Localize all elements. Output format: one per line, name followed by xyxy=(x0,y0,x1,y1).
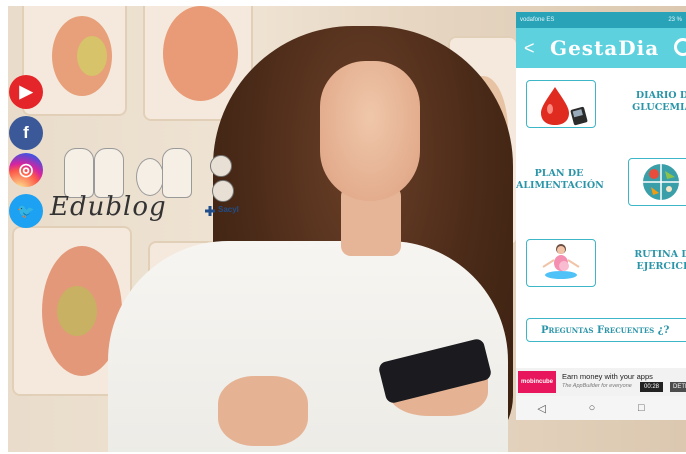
instagram-icon[interactable]: ◎ xyxy=(9,153,43,187)
chef-figure-icon xyxy=(94,148,124,198)
android-nav-bar: ◁ ○ □ xyxy=(516,396,686,420)
nav-recent-icon[interactable]: □ xyxy=(638,402,645,414)
ad-headline: Earn money with your apps xyxy=(562,372,653,381)
twitter-icon[interactable]: 🐦 xyxy=(9,194,43,228)
video-timestamp: 00:28 xyxy=(640,382,664,392)
pregnant-yoga-icon xyxy=(542,244,580,279)
app-header: < GestaDia xyxy=(516,28,686,68)
glucose-diary-label: DIARIO D GLUCEMIA xyxy=(632,90,686,114)
presenter-face xyxy=(320,61,420,201)
glucose-diary-button[interactable] xyxy=(526,80,596,128)
app-screen: vodafone ES 23 % < GestaDia DIARIO D GLU… xyxy=(516,12,686,420)
nav-back-icon[interactable]: ◁ xyxy=(537,402,545,415)
back-arrow-icon[interactable]: < xyxy=(524,38,538,59)
baby-figure-icon xyxy=(136,158,164,196)
logo-wordmark: Edublog xyxy=(50,192,167,222)
meal-plan-label-line1: PLAN DE xyxy=(534,168,584,179)
institution-seal-icon xyxy=(210,155,232,177)
faq-button[interactable]: Preguntas Frecuentes ¿? xyxy=(526,318,686,342)
ad-subline: The AppBuilder for everyone xyxy=(562,383,632,389)
exercise-routine-button[interactable] xyxy=(526,239,596,287)
meal-plan-label-line2: ALIMENTACIÓN xyxy=(516,180,604,191)
video-frame: ▶ f ◎ 🐦 Edublog Sacyl vodafone ES 23 % <… xyxy=(0,0,686,454)
food-plate-icon xyxy=(643,164,679,200)
instagram-glyph: ◎ xyxy=(18,160,34,179)
nav-home-icon[interactable]: ○ xyxy=(589,402,596,414)
meal-plan-label: PLAN DE ALIMENTACIÓN xyxy=(516,168,604,192)
ad-brand-logo: mobincube xyxy=(518,371,556,393)
university-seal-icon xyxy=(212,180,234,202)
facebook-glyph: f xyxy=(23,123,29,142)
twitter-glyph: 🐦 xyxy=(17,202,35,219)
facebook-icon[interactable]: f xyxy=(9,116,43,150)
youtube-glyph: ▶ xyxy=(19,82,33,101)
exercise-routine-label: RUTINA D EJERCICI xyxy=(632,249,686,273)
youtube-icon[interactable]: ▶ xyxy=(9,75,43,109)
meal-plan-button[interactable] xyxy=(628,158,686,206)
ad-banner[interactable]: mobincube Earn money with your apps The … xyxy=(516,368,686,396)
carrier-text: vodafone ES xyxy=(520,17,555,23)
glucose-diary-label-line2: GLUCEMIA xyxy=(632,102,686,113)
nurse-figure-icon xyxy=(162,148,192,198)
detect-button[interactable]: DETE xyxy=(670,382,686,392)
settings-icon[interactable] xyxy=(674,38,686,56)
sacyl-label: Sacyl xyxy=(218,205,239,214)
status-bar: vodafone ES 23 % xyxy=(516,12,686,28)
presenter-left-hand xyxy=(218,376,308,446)
doctor-figure-icon xyxy=(64,148,94,198)
battery-text: 23 % xyxy=(668,17,682,23)
exercise-routine-label-line2: EJERCICI xyxy=(636,261,686,272)
blood-drop-glucometer-icon xyxy=(541,87,588,126)
glucose-diary-label-line1: DIARIO D xyxy=(635,90,686,101)
exercise-routine-label-line1: RUTINA D xyxy=(634,249,686,260)
app-title: GestaDia xyxy=(550,36,660,60)
